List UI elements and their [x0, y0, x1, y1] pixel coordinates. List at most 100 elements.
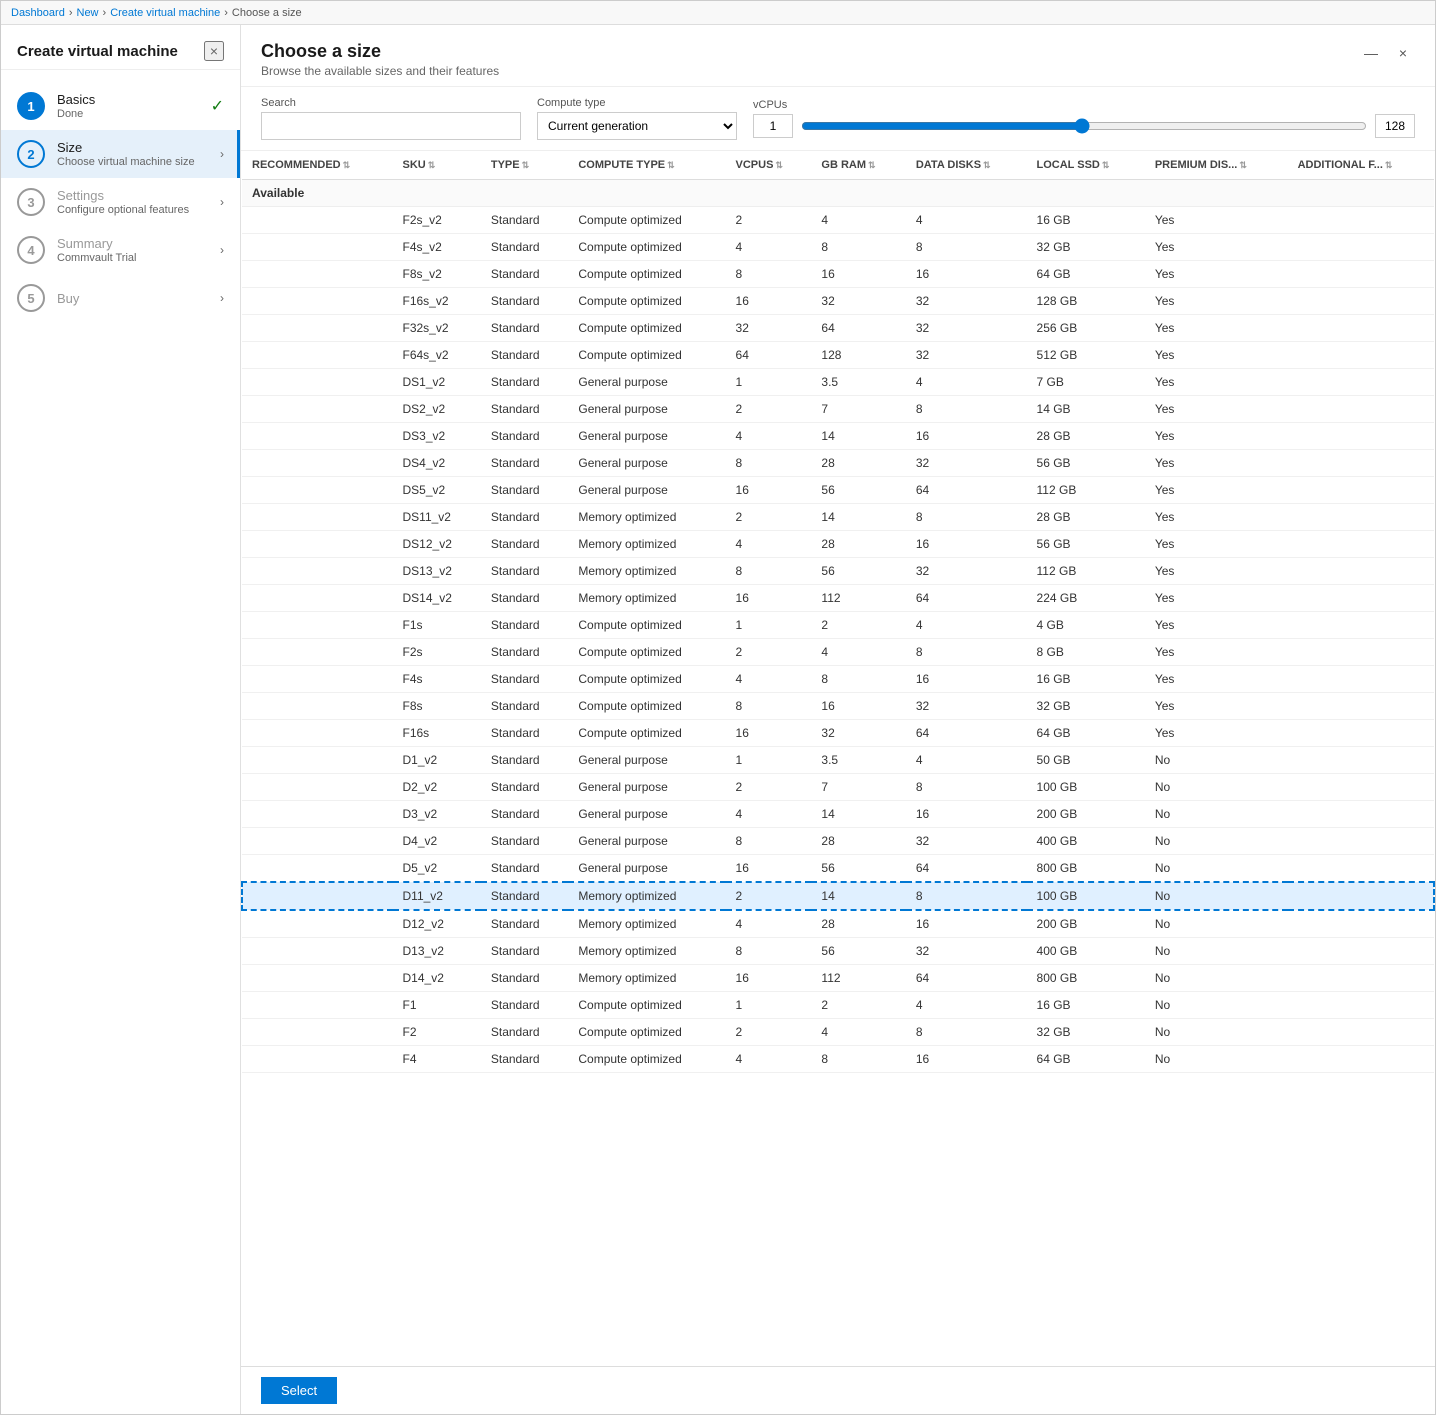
table-row[interactable]: F32s_v2StandardCompute optimized32643225…: [242, 315, 1434, 342]
table-cell: Yes: [1145, 207, 1288, 234]
table-row[interactable]: D3_v2StandardGeneral purpose41416200 GBN…: [242, 801, 1434, 828]
table-cell: 112: [811, 965, 905, 992]
col-local-ssd[interactable]: LOCAL SSD⇅: [1027, 151, 1145, 180]
table-cell: [242, 938, 393, 965]
table-cell: [242, 585, 393, 612]
step-4-summary[interactable]: 4 Summary Commvault Trial ›: [1, 226, 240, 274]
col-additional-f[interactable]: ADDITIONAL F...⇅: [1288, 151, 1434, 180]
select-button[interactable]: Select: [261, 1377, 337, 1404]
col-premium-dis[interactable]: PREMIUM DIS...⇅: [1145, 151, 1288, 180]
table-row[interactable]: F2sStandardCompute optimized2488 GBYes: [242, 639, 1434, 666]
table-cell: [1288, 747, 1434, 774]
table-cell: 50 GB: [1027, 747, 1145, 774]
table-row[interactable]: DS3_v2StandardGeneral purpose4141628 GBY…: [242, 423, 1434, 450]
filter-bar: Search Compute type All types Current ge…: [241, 87, 1435, 151]
table-row[interactable]: DS14_v2StandardMemory optimized161126422…: [242, 585, 1434, 612]
col-sku[interactable]: SKU⇅: [393, 151, 481, 180]
col-gb-ram[interactable]: GB RAM⇅: [811, 151, 905, 180]
table-row[interactable]: DS2_v2StandardGeneral purpose27814 GBYes: [242, 396, 1434, 423]
table-row[interactable]: F4sStandardCompute optimized481616 GBYes: [242, 666, 1434, 693]
vcpu-slider[interactable]: [801, 118, 1367, 134]
table-row[interactable]: D1_v2StandardGeneral purpose13.5450 GBNo: [242, 747, 1434, 774]
table-row[interactable]: F16sStandardCompute optimized16326464 GB…: [242, 720, 1434, 747]
col-recommended[interactable]: RECOMMENDED⇅: [242, 151, 393, 180]
table-row[interactable]: F4s_v2StandardCompute optimized48832 GBY…: [242, 234, 1434, 261]
col-compute-type[interactable]: COMPUTE TYPE⇅: [568, 151, 725, 180]
table-cell: 64: [906, 720, 1027, 747]
table-cell: 28: [811, 910, 905, 938]
table-cell: 16: [726, 720, 812, 747]
vcpu-max-input[interactable]: [1375, 114, 1415, 138]
step-3-settings[interactable]: 3 Settings Configure optional features ›: [1, 178, 240, 226]
table-row[interactable]: D12_v2StandardMemory optimized42816200 G…: [242, 910, 1434, 938]
table-row[interactable]: D11_v2StandardMemory optimized2148100 GB…: [242, 882, 1434, 910]
table-cell: General purpose: [568, 477, 725, 504]
col-type[interactable]: TYPE⇅: [481, 151, 569, 180]
table-cell: 16: [906, 531, 1027, 558]
search-label: Search: [261, 97, 521, 109]
step-2-size[interactable]: 2 Size Choose virtual machine size ›: [1, 130, 240, 178]
breadcrumb-new[interactable]: New: [77, 7, 99, 19]
table-row[interactable]: F64s_v2StandardCompute optimized64128325…: [242, 342, 1434, 369]
table-row[interactable]: D5_v2StandardGeneral purpose165664800 GB…: [242, 855, 1434, 883]
table-cell: [242, 720, 393, 747]
table-container[interactable]: RECOMMENDED⇅ SKU⇅ TYPE⇅ COMPUTE TYPE⇅ VC…: [241, 151, 1435, 1366]
table-cell: Standard: [481, 910, 569, 938]
breadcrumb-dashboard[interactable]: Dashboard: [11, 7, 65, 19]
table-cell: 64: [726, 342, 812, 369]
table-cell: 28 GB: [1027, 423, 1145, 450]
table-cell: 4: [906, 612, 1027, 639]
close-panel-right-button[interactable]: ×: [1391, 41, 1415, 65]
table-row[interactable]: F2StandardCompute optimized24832 GBNo: [242, 1019, 1434, 1046]
table-row[interactable]: DS11_v2StandardMemory optimized214828 GB…: [242, 504, 1434, 531]
table-cell: 28: [811, 828, 905, 855]
table-cell: [1288, 828, 1434, 855]
table-cell: DS1_v2: [393, 369, 481, 396]
table-row[interactable]: F1sStandardCompute optimized1244 GBYes: [242, 612, 1434, 639]
col-vcpus[interactable]: VCPUS⇅: [726, 151, 812, 180]
table-cell: [242, 342, 393, 369]
table-row[interactable]: DS5_v2StandardGeneral purpose165664112 G…: [242, 477, 1434, 504]
col-data-disks[interactable]: DATA DISKS⇅: [906, 151, 1027, 180]
compute-type-select[interactable]: All types Current generation Previous ge…: [537, 112, 737, 140]
table-cell: [242, 423, 393, 450]
table-row[interactable]: D13_v2StandardMemory optimized85632400 G…: [242, 938, 1434, 965]
table-cell: [1288, 882, 1434, 910]
table-cell: Yes: [1145, 585, 1288, 612]
minimize-button[interactable]: —: [1359, 41, 1383, 65]
breadcrumb-create-vm[interactable]: Create virtual machine: [110, 7, 220, 19]
table-row[interactable]: F2s_v2StandardCompute optimized24416 GBY…: [242, 207, 1434, 234]
table-cell: 32 GB: [1027, 693, 1145, 720]
table-cell: Yes: [1145, 558, 1288, 585]
table-cell: 64: [906, 477, 1027, 504]
table-cell: No: [1145, 1046, 1288, 1073]
table-cell: 14: [811, 882, 905, 910]
table-row[interactable]: F4StandardCompute optimized481664 GBNo: [242, 1046, 1434, 1073]
vcpu-min-input[interactable]: [753, 114, 793, 138]
table-row[interactable]: DS12_v2StandardMemory optimized4281656 G…: [242, 531, 1434, 558]
table-cell: General purpose: [568, 828, 725, 855]
table-row[interactable]: D14_v2StandardMemory optimized1611264800…: [242, 965, 1434, 992]
table-row[interactable]: DS13_v2StandardMemory optimized85632112 …: [242, 558, 1434, 585]
table-row[interactable]: DS1_v2StandardGeneral purpose13.547 GBYe…: [242, 369, 1434, 396]
table-cell: 64 GB: [1027, 720, 1145, 747]
table-row[interactable]: D4_v2StandardGeneral purpose82832400 GBN…: [242, 828, 1434, 855]
table-row[interactable]: F8s_v2StandardCompute optimized8161664 G…: [242, 261, 1434, 288]
table-row[interactable]: F1StandardCompute optimized12416 GBNo: [242, 992, 1434, 1019]
search-input[interactable]: [261, 112, 521, 140]
table-row[interactable]: F16s_v2StandardCompute optimized16323212…: [242, 288, 1434, 315]
table-row[interactable]: D2_v2StandardGeneral purpose278100 GBNo: [242, 774, 1434, 801]
step-1-basics[interactable]: 1 Basics Done ✓: [1, 82, 240, 130]
table-cell: 400 GB: [1027, 828, 1145, 855]
close-panel-button[interactable]: ×: [204, 41, 224, 61]
table-cell: DS2_v2: [393, 396, 481, 423]
vcpu-group: vCPUs: [753, 99, 1415, 138]
table-cell: DS5_v2: [393, 477, 481, 504]
step-5-buy[interactable]: 5 Buy ›: [1, 274, 240, 322]
bottom-bar: Select: [241, 1366, 1435, 1414]
table-row[interactable]: F8sStandardCompute optimized8163232 GBYe…: [242, 693, 1434, 720]
table-cell: Yes: [1145, 639, 1288, 666]
table-row[interactable]: DS4_v2StandardGeneral purpose8283256 GBY…: [242, 450, 1434, 477]
table-cell: Standard: [481, 261, 569, 288]
table-cell: 64 GB: [1027, 1046, 1145, 1073]
